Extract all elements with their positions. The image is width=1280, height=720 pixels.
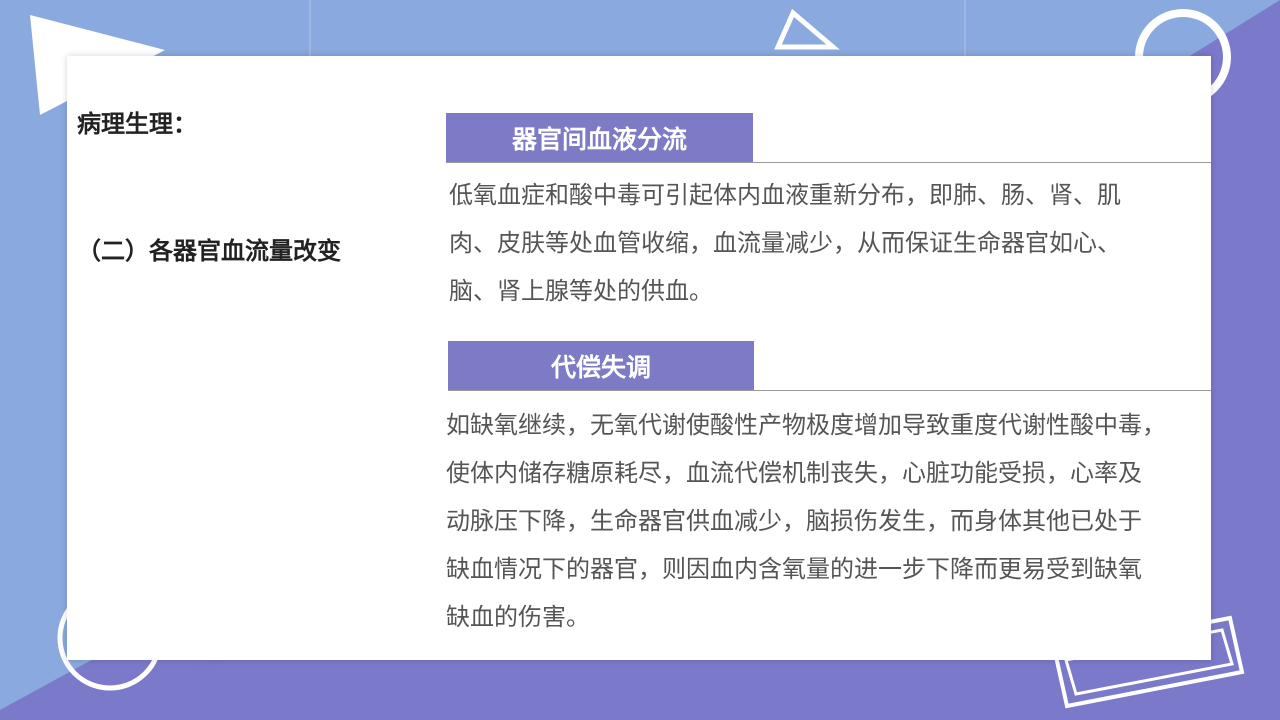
- paragraph-line: 肉、皮肤等处血管收缩，血流量减少，从而保证生命器官如心、: [449, 229, 1121, 257]
- paragraph-line: 脑、肾上腺等处的供血。: [449, 277, 713, 305]
- section-paragraph-blood-redistribution: 低氧血症和酸中毒可引起体内血液重新分布，即肺、肠、肾、肌 肉、皮肤等处血管收缩，…: [449, 171, 1209, 315]
- section-paragraph-decompensation: 如缺氧继续，无氧代谢使酸性产物极度增加导致重度代谢性酸中毒， 使体内储存糖原耗尽…: [446, 401, 1211, 641]
- section-subtitle: （二）各器官血流量改变: [77, 237, 341, 265]
- paragraph-line: 缺血情况下的器官，则因血内含氧量的进一步下降而更易受到缺氧: [446, 555, 1142, 583]
- paragraph-line: 使体内储存糖原耗尽，血流代偿机制丧失，心脏功能受损，心率及: [446, 459, 1142, 487]
- section-heading-decompensation: 代偿失调: [448, 341, 754, 391]
- section-divider: [448, 390, 1211, 391]
- paragraph-line: 低氧血症和酸中毒可引起体内血液重新分布，即肺、肠、肾、肌: [449, 181, 1121, 209]
- paragraph-line: 如缺氧继续，无氧代谢使酸性产物极度增加导致重度代谢性酸中毒，: [446, 411, 1166, 439]
- section-heading-blood-redistribution: 器官间血液分流: [446, 113, 753, 163]
- paragraph-line: 动脉压下降，生命器官供血减少，脑损伤发生，而身体其他已处于: [446, 507, 1142, 535]
- paragraph-line: 缺血的伤害。: [446, 603, 590, 631]
- section-divider: [446, 162, 1211, 163]
- page-title: 病理生理：: [77, 110, 197, 138]
